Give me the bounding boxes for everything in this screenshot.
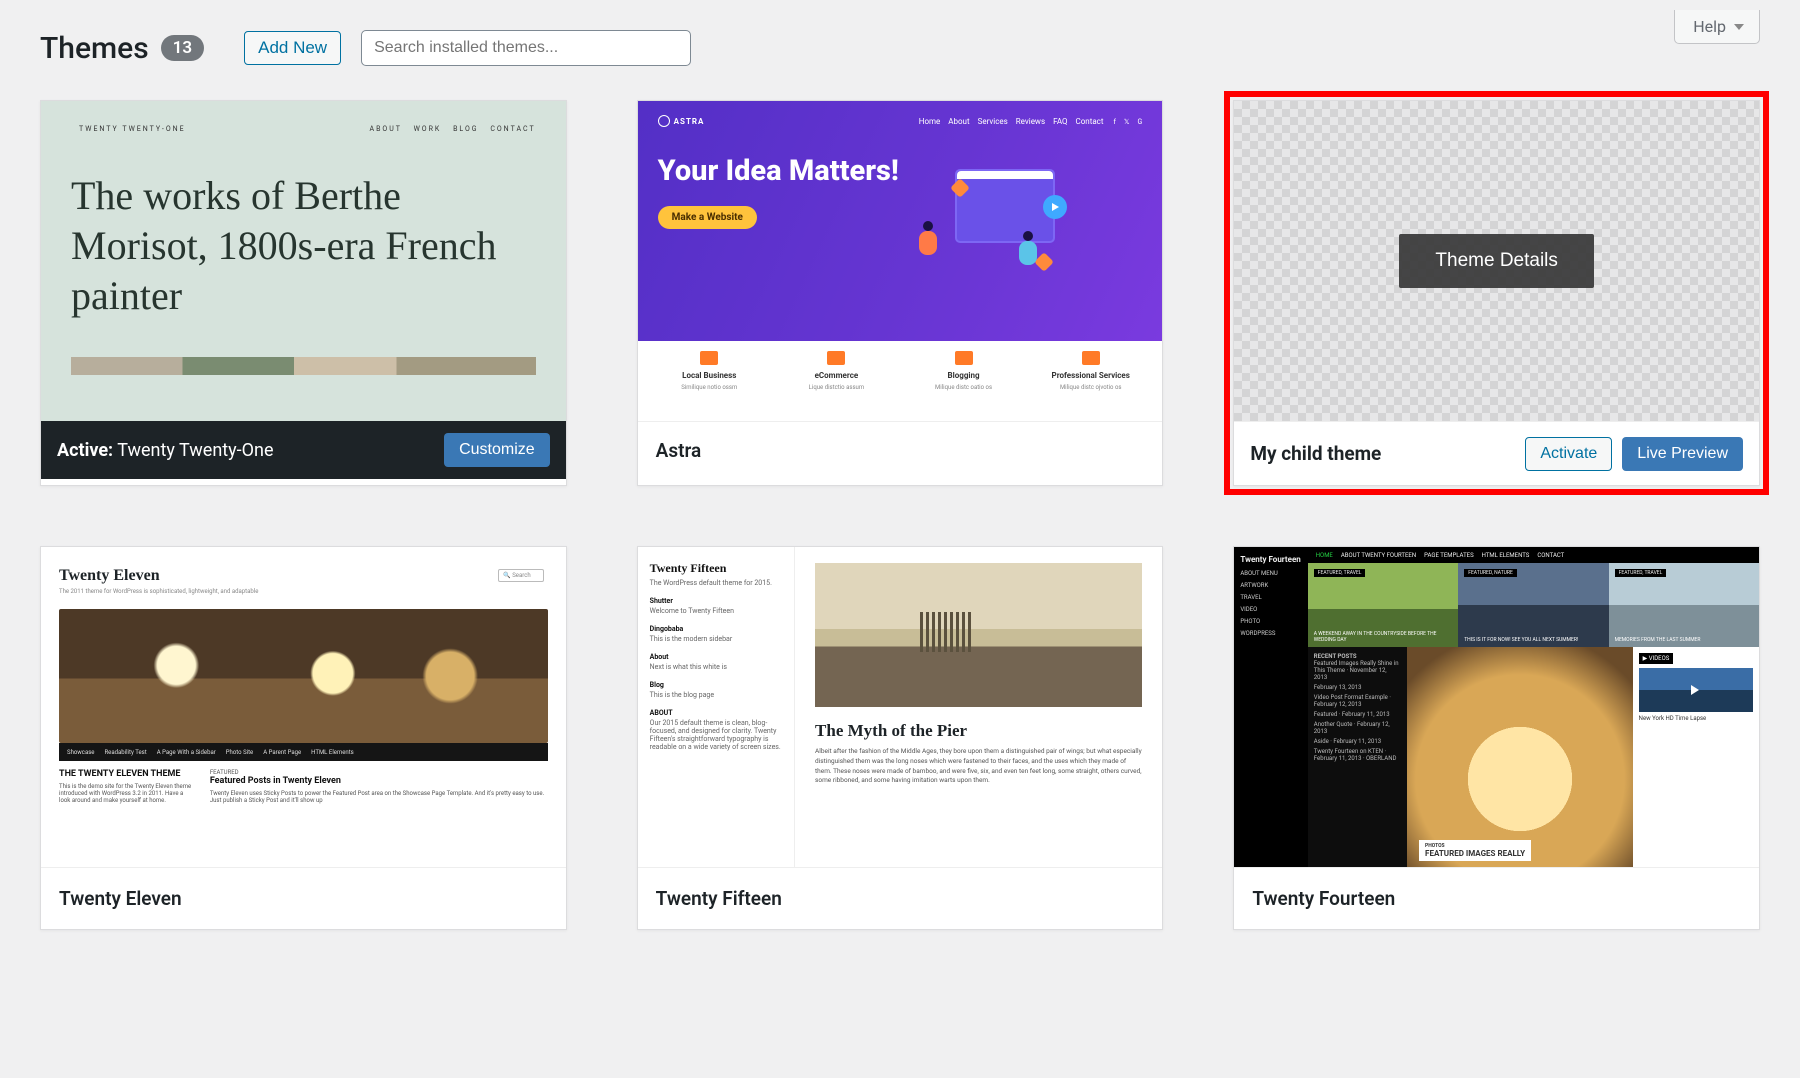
theme-card-active[interactable]: TWENTY TWENTY-ONE ABOUT WORK BLOG CONTAC… (40, 100, 567, 486)
preview-nav: HomeAboutServicesReviewsFAQContact f𝕏G (911, 117, 1143, 126)
facebook-icon: f (1113, 118, 1115, 126)
theme-thumbnail: Twenty Eleven The 2011 theme for WordPre… (41, 547, 566, 867)
preview-tagline: The 2011 theme for WordPress is sophisti… (59, 588, 548, 595)
preview-photo (815, 563, 1142, 707)
search-themes-input[interactable] (361, 30, 691, 66)
preview-cta: Make a Website (658, 206, 757, 229)
theme-name: Twenty Fourteen (1234, 867, 1759, 929)
theme-thumbnail: ASTRA HomeAboutServicesReviewsFAQContact… (638, 101, 1163, 421)
theme-name: My child theme (1250, 442, 1381, 465)
preview-main: The Myth of the Pier Albeit after the fa… (795, 547, 1162, 867)
edit-icon (955, 351, 973, 365)
theme-thumbnail: Theme Details (1234, 101, 1759, 421)
preview-nav: HOMEABOUT TWENTY FOURTEENPAGE TEMPLATESH… (1308, 547, 1759, 563)
preview-illustration (909, 155, 1059, 275)
preview-site-name: TWENTY TWENTY-ONE (79, 125, 186, 133)
preview-main-photo: PHOTOSFEATURED IMAGES REALLY (1407, 647, 1633, 867)
preview-site-name: Twenty Eleven (59, 567, 548, 585)
astra-logo-icon: ASTRA (658, 115, 705, 127)
preview-nav: ABOUT WORK BLOG CONTACT (362, 125, 536, 133)
cart-icon (827, 351, 845, 365)
google-icon: G (1138, 118, 1143, 126)
preview-recent-posts: RECENT POSTS Featured Images Really Shin… (1308, 647, 1407, 867)
twitter-icon: 𝕏 (1124, 118, 1130, 126)
theme-details-button[interactable]: Theme Details (1399, 234, 1594, 288)
theme-name: Twenty Eleven (41, 867, 566, 929)
theme-card-astra[interactable]: ASTRA HomeAboutServicesReviewsFAQContact… (637, 100, 1164, 486)
page-title: Themes (40, 31, 149, 66)
preview-featured-row: FEATURED, TRAVELA WEEKEND AWAY IN THE CO… (1308, 563, 1759, 647)
active-theme-label: Active: Twenty Twenty-One (57, 440, 274, 461)
theme-card-twenty-eleven[interactable]: Twenty Eleven The 2011 theme for WordPre… (40, 546, 567, 930)
help-tab[interactable]: Help (1674, 10, 1760, 44)
customize-button[interactable]: Customize (444, 433, 550, 467)
preview-image-strip (71, 357, 536, 375)
theme-card-child-theme[interactable]: Theme Details My child theme Activate Li… (1233, 100, 1760, 486)
preview-sidebar: Twenty Fourteen ABOUT MENUARTWORKTRAVELV… (1234, 547, 1307, 867)
theme-thumbnail: TWENTY TWENTY-ONE ABOUT WORK BLOG CONTAC… (41, 101, 566, 421)
live-preview-button[interactable]: Live Preview (1622, 437, 1743, 471)
theme-card-twenty-fourteen[interactable]: Twenty Fourteen ABOUT MENUARTWORKTRAVELV… (1233, 546, 1760, 930)
preview-nav: ShowcaseReadability TestA Page With a Si… (59, 743, 548, 761)
person-icon (1082, 351, 1100, 365)
add-new-button[interactable]: Add New (244, 31, 341, 65)
preview-headline: The works of Berthe Morisot, 1800s-era F… (71, 171, 536, 321)
theme-thumbnail: Twenty Fourteen ABOUT MENUARTWORKTRAVELV… (1234, 547, 1759, 867)
preview-headline: Your Idea Matters! (658, 155, 899, 188)
preview-sidebar: Twenty Fifteen The WordPress default the… (638, 547, 795, 867)
help-label: Help (1693, 17, 1726, 36)
preview-header-image (59, 609, 548, 743)
shop-icon (700, 351, 718, 365)
themes-grid: TWENTY TWENTY-ONE ABOUT WORK BLOG CONTAC… (40, 100, 1760, 930)
theme-name: Astra (638, 421, 1163, 479)
activate-button[interactable]: Activate (1525, 437, 1612, 471)
active-theme-bar: Active: Twenty Twenty-One Customize (41, 421, 566, 479)
theme-count-badge: 13 (161, 35, 204, 61)
preview-video-widget: ▶ VIDEOS New York HD Time Lapse (1633, 647, 1759, 867)
theme-card-twenty-fifteen[interactable]: Twenty Fifteen The WordPress default the… (637, 546, 1164, 930)
page-header: Themes 13 Add New (40, 10, 1760, 90)
chevron-down-icon (1734, 24, 1744, 30)
search-icon: 🔍 Search (498, 569, 543, 582)
theme-thumbnail: Twenty Fifteen The WordPress default the… (638, 547, 1163, 867)
play-icon (1043, 195, 1067, 219)
theme-name: Twenty Fifteen (638, 867, 1163, 929)
